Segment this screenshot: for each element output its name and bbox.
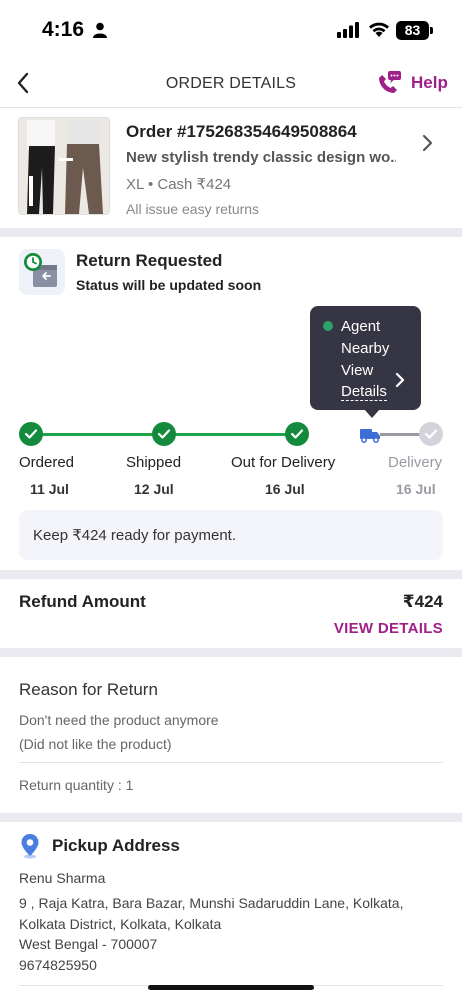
address-line: Kolkata District, Kolkata, Kolkata [19, 916, 222, 932]
wifi-icon [369, 22, 389, 37]
reason-heading: Reason for Return [19, 680, 158, 699]
product-image [19, 118, 109, 214]
person-icon [93, 22, 107, 38]
payment-note-text: Keep ₹424 ready for payment. [33, 527, 236, 544]
tooltip-pointer [364, 409, 380, 418]
divider [19, 762, 443, 763]
delivery-timeline: Ordered 11 Jul Shipped 12 Jul Out for De… [0, 420, 462, 500]
delivery-truck-icon [360, 429, 380, 443]
refund-amount-label: Refund Amount [19, 592, 146, 611]
product-name: New stylish trendy classic design wo... [126, 149, 396, 166]
help-label: Help [411, 73, 448, 92]
product-thumbnail [18, 117, 110, 215]
reason-detail: (Did not like the product) [19, 736, 172, 752]
address-line: West Bengal - 700007 [19, 936, 158, 952]
step-label: Out for Delivery [231, 454, 336, 471]
tooltip-text: Agent [341, 318, 381, 335]
cellular-signal-icon [337, 22, 359, 38]
view-details-button[interactable]: VIEW DETAILS [334, 620, 443, 637]
location-pin-icon [21, 834, 39, 859]
tooltip-text: View [341, 362, 374, 379]
payment-note: Keep ₹424 ready for payment. [19, 510, 443, 560]
return-status-subtitle: Status will be updated soon [76, 277, 262, 293]
battery-tip [430, 27, 433, 34]
address-line: 9 , Raja Katra, Bara Bazar, Munshi Sadar… [19, 895, 404, 911]
support-phone-icon [379, 71, 401, 93]
order-size-price: XL • Cash ₹424 [126, 176, 232, 193]
step-date: 16 Jul [265, 481, 305, 497]
section-divider [0, 228, 462, 237]
returns-policy-note: All issue easy returns [126, 201, 260, 217]
section-divider [0, 813, 462, 822]
step-label: Delivery [388, 454, 443, 471]
help-button[interactable]: Help [376, 68, 448, 98]
step-ordered-check-icon [19, 422, 43, 446]
agent-nearby-tooltip[interactable]: Agent Nearby View Details [310, 306, 421, 410]
step-label: Ordered [19, 454, 75, 471]
status-dot [323, 321, 333, 331]
battery-icon: 83 [396, 21, 429, 40]
reason-text: Don't need the product anymore [19, 712, 219, 728]
return-status-title: Return Requested [76, 251, 223, 270]
step-date: 16 Jul [396, 481, 436, 497]
return-quantity: Return quantity : 1 [19, 777, 134, 793]
pickup-address-heading: Pickup Address [52, 836, 180, 855]
order-summary-card[interactable]: Order #175268354649508864 New stylish tr… [0, 109, 462, 227]
app-header: ORDER DETAILS Help [0, 62, 462, 108]
return-status-icon [19, 249, 65, 295]
step-out-for-delivery-check-icon [285, 422, 309, 446]
refund-amount-value: ₹424 [402, 592, 443, 611]
battery-level: 83 [404, 22, 421, 38]
step-shipped-check-icon [152, 422, 176, 446]
chevron-right-icon[interactable] [420, 133, 434, 153]
step-delivery-check-icon [419, 422, 443, 446]
chevron-right-icon [395, 372, 405, 388]
view-details-tooltip-link[interactable]: Details [341, 384, 387, 401]
section-divider [0, 570, 462, 579]
phone-number: 9674825950 [19, 957, 97, 973]
step-date: 11 Jul [30, 481, 69, 497]
home-indicator[interactable] [148, 985, 314, 990]
order-id: Order #175268354649508864 [126, 122, 357, 141]
step-label: Shipped [126, 454, 182, 471]
tooltip-text: Nearby [341, 340, 390, 357]
status-time: 4:16 [42, 18, 85, 41]
status-bar: 4:16 83 [0, 0, 462, 62]
pickup-contact-name: Renu Sharma [19, 870, 106, 886]
step-date: 12 Jul [134, 481, 174, 497]
section-divider [0, 648, 462, 657]
